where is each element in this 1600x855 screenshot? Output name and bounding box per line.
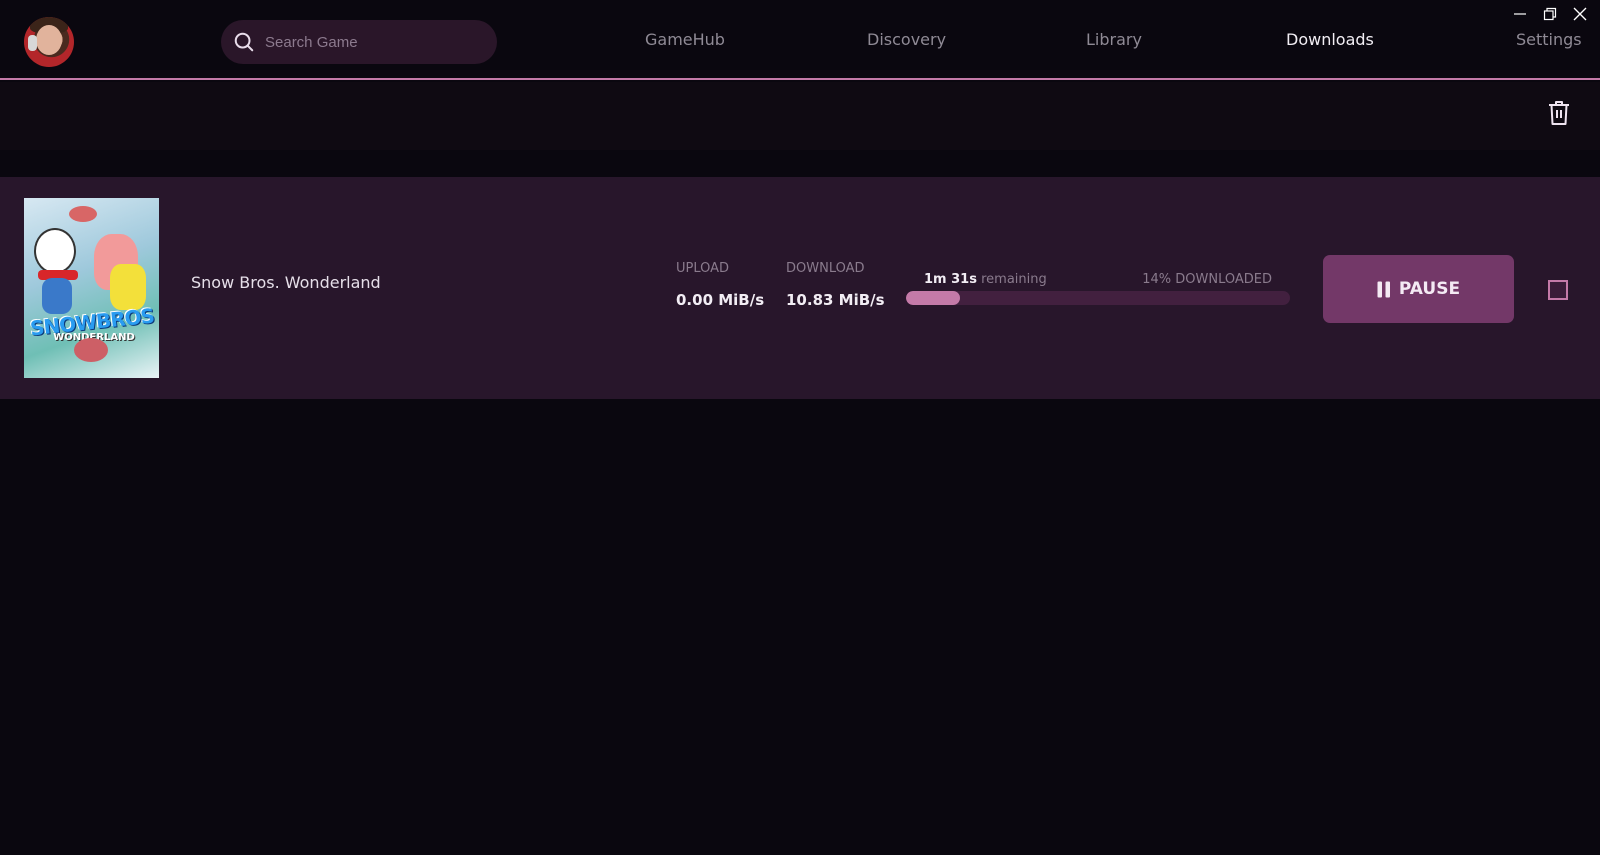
nav-settings[interactable]: Settings bbox=[1516, 30, 1582, 49]
downloads-toolbar bbox=[0, 82, 1600, 150]
app-header: GameHub Discovery Library Downloads Sett… bbox=[0, 0, 1600, 80]
time-remaining: 1m 31s remaining bbox=[924, 272, 1047, 287]
nav-library[interactable]: Library bbox=[1086, 30, 1142, 49]
download-speed: 10.83 MiB/s bbox=[786, 291, 885, 309]
cover-art-snowman bbox=[34, 228, 76, 274]
time-remaining-value: 1m 31s bbox=[924, 272, 977, 287]
trash-icon bbox=[1549, 101, 1569, 125]
upload-label: UPLOAD bbox=[676, 261, 730, 276]
pause-label: PAUSE bbox=[1398, 279, 1461, 299]
restore-icon bbox=[1543, 7, 1557, 21]
close-icon bbox=[1573, 7, 1587, 21]
game-title: Snow Bros. Wonderland bbox=[191, 273, 381, 292]
upload-stat: UPLOAD 0.00 MiB/s bbox=[676, 261, 764, 309]
download-stat: DOWNLOAD 10.83 MiB/s bbox=[786, 261, 885, 309]
cover-art-yellow-character bbox=[110, 264, 146, 310]
progress-bar-track bbox=[906, 291, 1290, 305]
progress-labels: 1m 31s remaining 14% DOWNLOADED bbox=[906, 272, 1290, 287]
select-checkbox[interactable] bbox=[1548, 280, 1568, 300]
download-label: DOWNLOAD bbox=[786, 261, 865, 276]
progress-bar-fill bbox=[906, 291, 960, 305]
cover-art-bird-bottom bbox=[74, 338, 108, 362]
pause-button[interactable]: PAUSE bbox=[1323, 255, 1514, 323]
download-progress: 1m 31s remaining 14% DOWNLOADED bbox=[906, 272, 1290, 305]
restore-button[interactable] bbox=[1542, 6, 1558, 22]
time-remaining-suffix: remaining bbox=[981, 272, 1047, 287]
game-cover-image[interactable]: SNOWBROS WONDERLAND bbox=[24, 198, 159, 378]
nav-gamehub[interactable]: GameHub bbox=[645, 30, 725, 49]
percent-downloaded: 14% DOWNLOADED bbox=[1142, 272, 1272, 287]
window-controls bbox=[1512, 6, 1588, 22]
download-item: SNOWBROS WONDERLAND Snow Bros. Wonderlan… bbox=[0, 177, 1600, 399]
clear-downloads-button[interactable] bbox=[1548, 100, 1570, 126]
nav-discovery[interactable]: Discovery bbox=[867, 30, 946, 49]
close-button[interactable] bbox=[1572, 6, 1588, 22]
minimize-button[interactable] bbox=[1512, 6, 1528, 22]
pause-icon bbox=[1377, 281, 1390, 297]
minimize-icon bbox=[1514, 13, 1526, 15]
nav-downloads[interactable]: Downloads bbox=[1286, 30, 1374, 49]
cover-art-bird bbox=[69, 206, 97, 222]
cover-art-overalls bbox=[42, 278, 72, 314]
upload-speed: 0.00 MiB/s bbox=[676, 291, 765, 309]
main-nav: GameHub Discovery Library Downloads Sett… bbox=[0, 30, 1600, 54]
